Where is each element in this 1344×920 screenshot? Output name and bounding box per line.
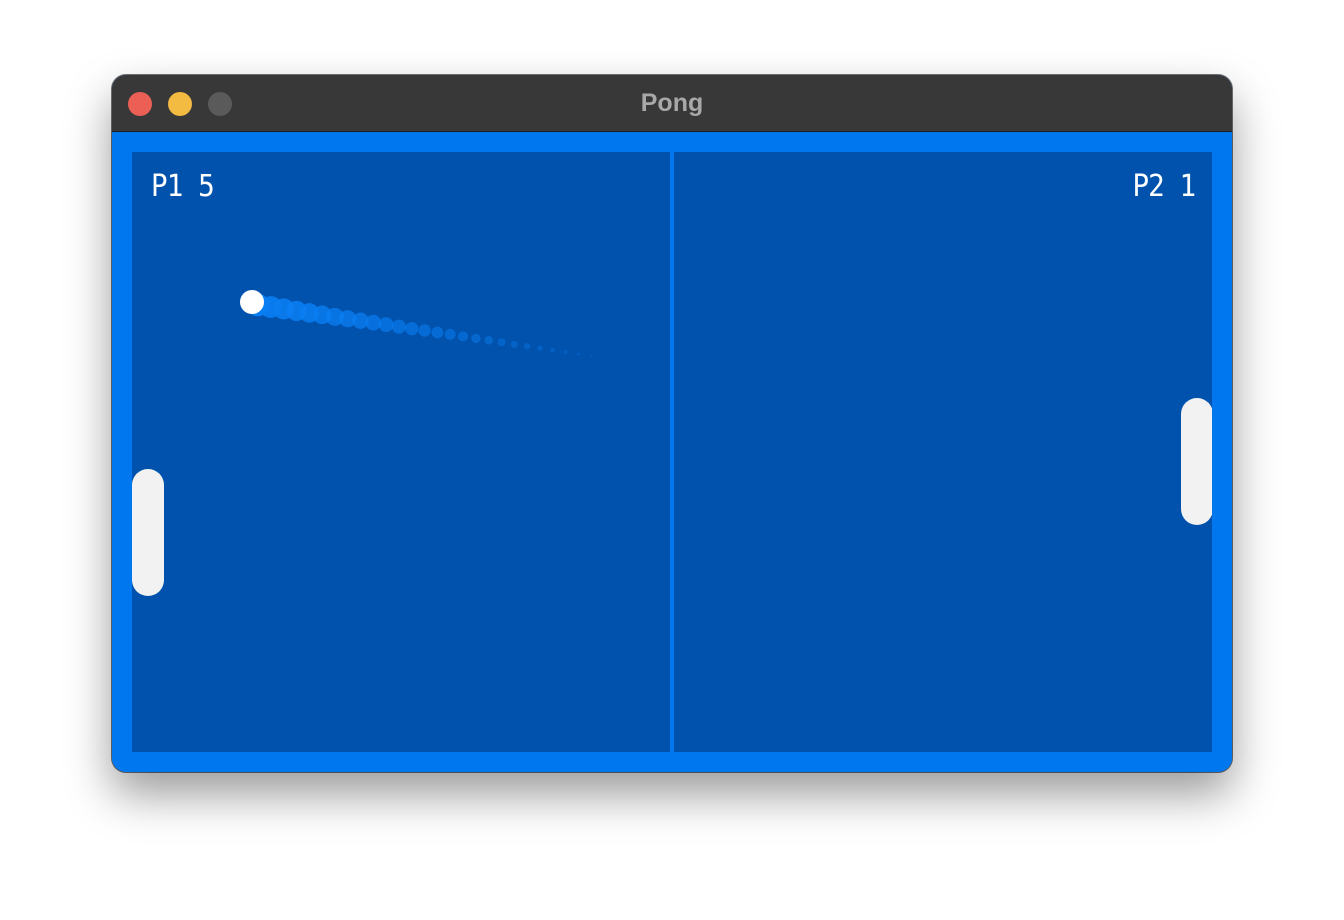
ball bbox=[240, 290, 264, 314]
trail-dot bbox=[378, 317, 394, 333]
trail-dot bbox=[523, 343, 531, 350]
trail-dot bbox=[563, 350, 568, 355]
trail-dot bbox=[550, 347, 556, 353]
trail-dot bbox=[405, 321, 419, 336]
trail-dot bbox=[576, 352, 580, 356]
trail-dot bbox=[444, 328, 456, 340]
right-paddle bbox=[1181, 398, 1212, 525]
trail-dot bbox=[590, 354, 593, 358]
trail-dot bbox=[497, 338, 506, 347]
ball-trail bbox=[246, 293, 605, 359]
game-court: P1 5 P2 1 bbox=[132, 152, 1212, 752]
trail-dot bbox=[510, 340, 518, 348]
window-title: Pong bbox=[640, 89, 704, 117]
trail-dot bbox=[457, 331, 469, 342]
trail-dot bbox=[471, 333, 481, 344]
title-bar: Pong bbox=[112, 75, 1232, 132]
left-paddle bbox=[132, 469, 164, 596]
trail-dot bbox=[537, 345, 543, 351]
game-frame: P1 5 P2 1 bbox=[112, 132, 1232, 772]
trail-dot bbox=[603, 357, 605, 359]
trail-dot bbox=[484, 336, 494, 345]
trail-dot bbox=[431, 326, 444, 339]
trail-dot bbox=[391, 319, 407, 334]
trail-dot bbox=[365, 314, 382, 331]
pong-window: Pong P1 5 P2 1 bbox=[112, 75, 1232, 772]
trail-dot bbox=[418, 324, 431, 337]
